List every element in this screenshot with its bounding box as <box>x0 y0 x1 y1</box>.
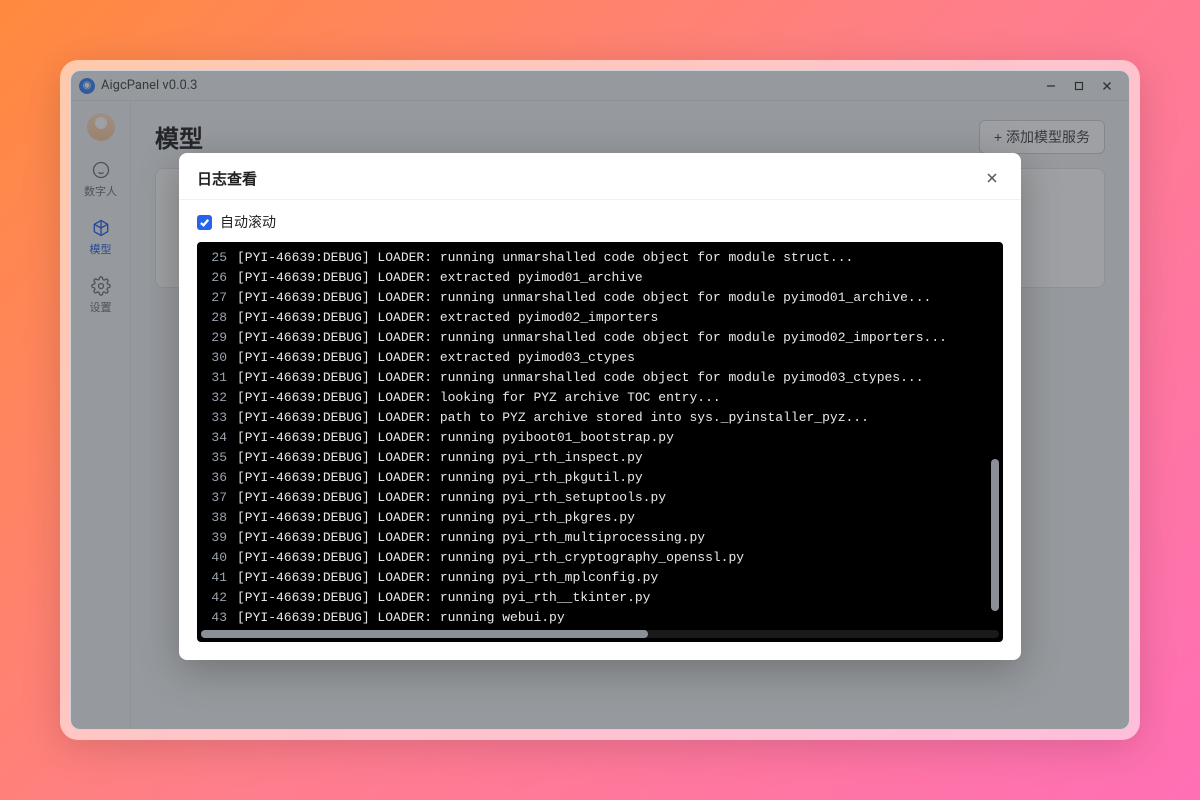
log-line-number: 25 <box>197 248 237 268</box>
log-line-text: [PYI-46639:DEBUG] LOADER: extracted pyim… <box>237 308 1003 328</box>
log-line: 42[PYI-46639:DEBUG] LOADER: running pyi_… <box>197 588 1003 608</box>
log-line-text: [PYI-46639:DEBUG] LOADER: running pyi_rt… <box>237 548 1003 568</box>
log-line-number: 28 <box>197 308 237 328</box>
log-line-number: 36 <box>197 468 237 488</box>
log-line: 34[PYI-46639:DEBUG] LOADER: running pyib… <box>197 428 1003 448</box>
modal-title: 日志查看 <box>197 168 257 189</box>
log-line-text: [PYI-46639:DEBUG] LOADER: extracted pyim… <box>237 268 1003 288</box>
auto-scroll-label: 自动滚动 <box>220 212 276 232</box>
log-line: 41[PYI-46639:DEBUG] LOADER: running pyi_… <box>197 568 1003 588</box>
log-line: 43[PYI-46639:DEBUG] LOADER: running webu… <box>197 608 1003 628</box>
terminal-vertical-scrollbar[interactable] <box>991 246 999 626</box>
log-line-number: 43 <box>197 608 237 628</box>
modal-close-button[interactable] <box>981 167 1003 189</box>
log-line-text: [PYI-46639:DEBUG] LOADER: path to PYZ ar… <box>237 408 1003 428</box>
log-line: 29[PYI-46639:DEBUG] LOADER: running unma… <box>197 328 1003 348</box>
log-line-text: [PYI-46639:DEBUG] LOADER: running pyi_rt… <box>237 468 1003 488</box>
log-line-text: [PYI-46639:DEBUG] LOADER: running pyi_rt… <box>237 588 1003 608</box>
log-line-text: [PYI-46639:DEBUG] LOADER: running unmars… <box>237 248 1003 268</box>
log-line-text: [PYI-46639:DEBUG] LOADER: running pyi_rt… <box>237 568 1003 588</box>
log-line-text: [PYI-46639:DEBUG] LOADER: extracted pyim… <box>237 348 1003 368</box>
log-line-text: [PYI-46639:DEBUG] LOADER: looking for PY… <box>237 388 1003 408</box>
log-line: 39[PYI-46639:DEBUG] LOADER: running pyi_… <box>197 528 1003 548</box>
log-line-number: 37 <box>197 488 237 508</box>
terminal-vertical-scrollbar-thumb[interactable] <box>991 459 999 611</box>
terminal-horizontal-scrollbar[interactable] <box>201 630 999 638</box>
log-line: 35[PYI-46639:DEBUG] LOADER: running pyi_… <box>197 448 1003 468</box>
log-line-number: 35 <box>197 448 237 468</box>
log-line-text: [PYI-46639:DEBUG] LOADER: running pyiboo… <box>237 428 1003 448</box>
log-line-text: [PYI-46639:DEBUG] LOADER: running pyi_rt… <box>237 448 1003 468</box>
auto-scroll-checkbox[interactable] <box>197 215 212 230</box>
log-line-text: [PYI-46639:DEBUG] LOADER: running unmars… <box>237 368 1003 388</box>
log-viewer-modal: 日志查看 自动滚动 25[PYI-46639: <box>179 153 1021 660</box>
terminal-horizontal-scrollbar-thumb[interactable] <box>201 630 648 638</box>
log-line-number: 27 <box>197 288 237 308</box>
log-line-number: 41 <box>197 568 237 588</box>
log-line-text: [PYI-46639:DEBUG] LOADER: running webui.… <box>237 608 1003 628</box>
log-line: 30[PYI-46639:DEBUG] LOADER: extracted py… <box>197 348 1003 368</box>
log-line: 25[PYI-46639:DEBUG] LOADER: running unma… <box>197 248 1003 268</box>
log-line: 33[PYI-46639:DEBUG] LOADER: path to PYZ … <box>197 408 1003 428</box>
log-line: 37[PYI-46639:DEBUG] LOADER: running pyi_… <box>197 488 1003 508</box>
log-line: 27[PYI-46639:DEBUG] LOADER: running unma… <box>197 288 1003 308</box>
log-line-number: 31 <box>197 368 237 388</box>
log-line-number: 26 <box>197 268 237 288</box>
log-line-number: 38 <box>197 508 237 528</box>
log-line-number: 30 <box>197 348 237 368</box>
log-line: 38[PYI-46639:DEBUG] LOADER: running pyi_… <box>197 508 1003 528</box>
log-line-number: 29 <box>197 328 237 348</box>
log-line-number: 40 <box>197 548 237 568</box>
log-terminal[interactable]: 25[PYI-46639:DEBUG] LOADER: running unma… <box>197 242 1003 642</box>
log-line-text: [PYI-46639:DEBUG] LOADER: running unmars… <box>237 288 1003 308</box>
log-line: 28[PYI-46639:DEBUG] LOADER: extracted py… <box>197 308 1003 328</box>
log-line: 40[PYI-46639:DEBUG] LOADER: running pyi_… <box>197 548 1003 568</box>
log-line-number: 33 <box>197 408 237 428</box>
log-line: 26[PYI-46639:DEBUG] LOADER: extracted py… <box>197 268 1003 288</box>
log-line-text: [PYI-46639:DEBUG] LOADER: running pyi_rt… <box>237 508 1003 528</box>
modal-overlay[interactable]: 日志查看 自动滚动 25[PYI-46639: <box>71 71 1129 729</box>
app-window: ◉ AigcPanel v0.0.3 <box>70 70 1130 730</box>
log-line-number: 32 <box>197 388 237 408</box>
log-line: 36[PYI-46639:DEBUG] LOADER: running pyi_… <box>197 468 1003 488</box>
log-line-number: 34 <box>197 428 237 448</box>
log-line: 32[PYI-46639:DEBUG] LOADER: looking for … <box>197 388 1003 408</box>
log-line-number: 39 <box>197 528 237 548</box>
log-line-number: 42 <box>197 588 237 608</box>
log-line-text: [PYI-46639:DEBUG] LOADER: running unmars… <box>237 328 1003 348</box>
log-line-text: [PYI-46639:DEBUG] LOADER: running pyi_rt… <box>237 528 1003 548</box>
log-line: 31[PYI-46639:DEBUG] LOADER: running unma… <box>197 368 1003 388</box>
log-line-text: [PYI-46639:DEBUG] LOADER: running pyi_rt… <box>237 488 1003 508</box>
